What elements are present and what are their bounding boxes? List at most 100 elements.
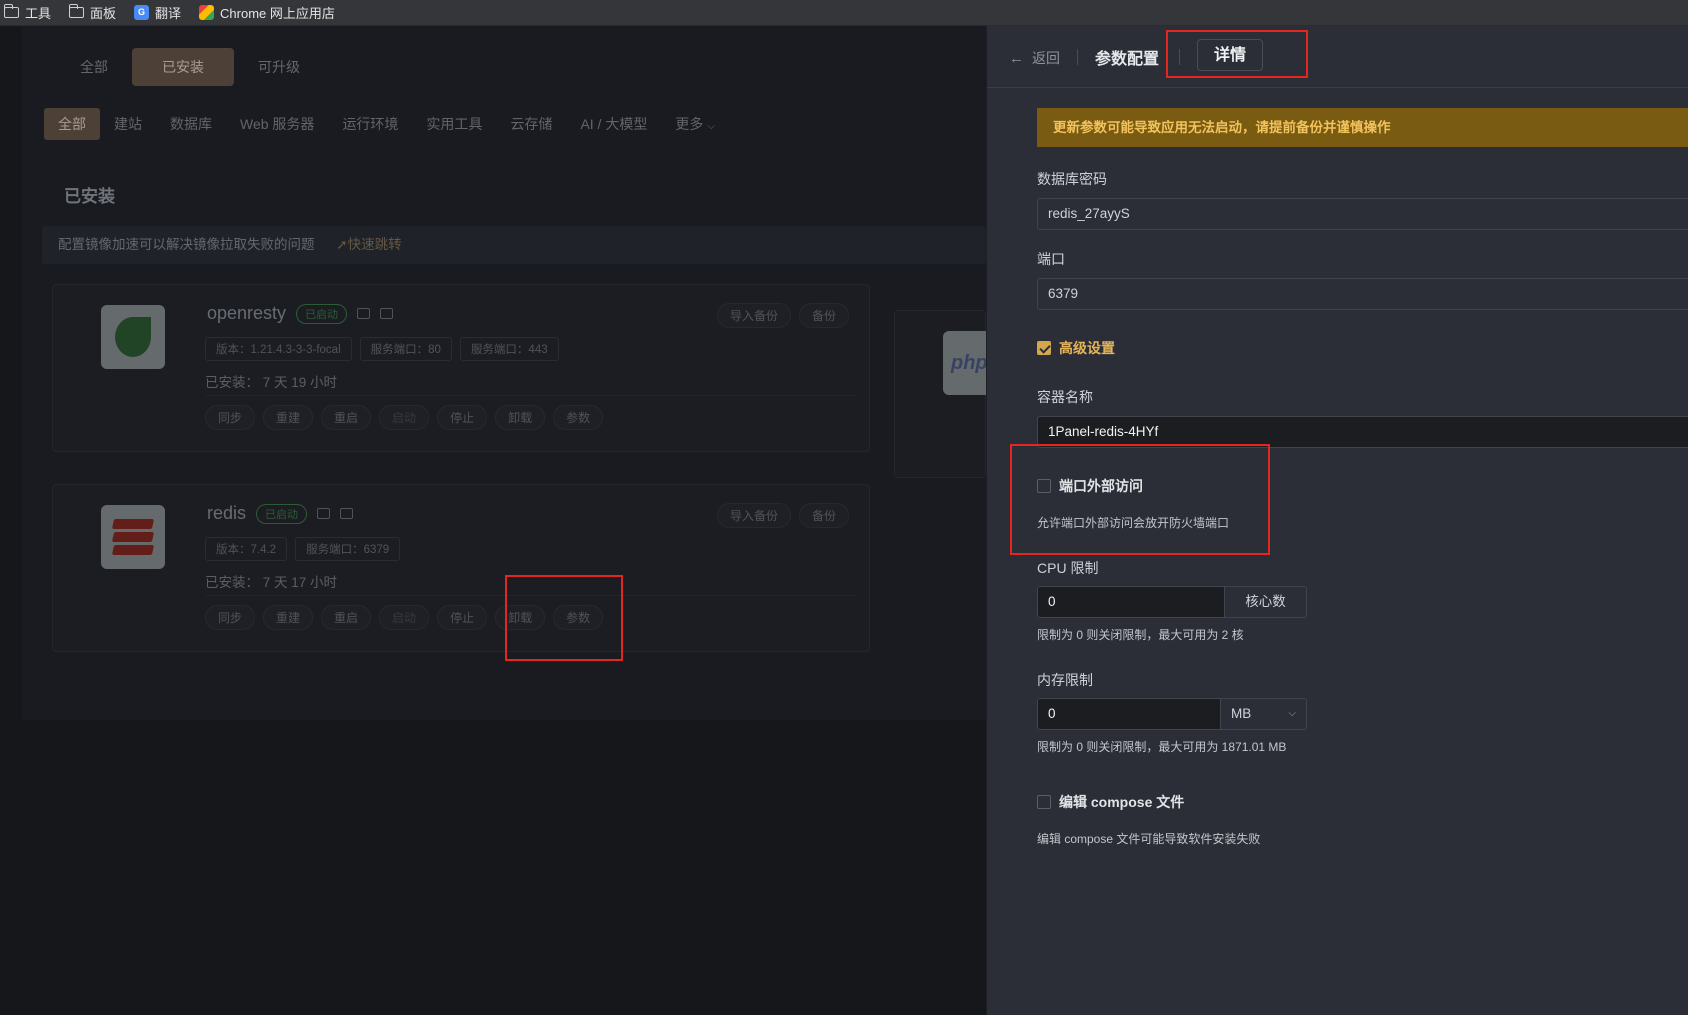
mirror-notice: 配置镜像加速可以解决镜像拉取失败的问题 ➚快速跳转 bbox=[42, 226, 986, 264]
cpu-limit-input[interactable]: 0 bbox=[1037, 586, 1225, 618]
category-more-label: 更多 bbox=[675, 116, 704, 132]
installed-duration: 已安装： 7 天 19 小时 bbox=[205, 375, 338, 390]
port-tag[interactable]: 服务端口：6379 bbox=[295, 537, 401, 561]
tab-all[interactable]: 全部 bbox=[62, 48, 126, 86]
bookmark-label: Chrome 网上应用店 bbox=[220, 6, 335, 21]
back-button[interactable]: ← 返回 bbox=[1009, 48, 1060, 68]
category-tools[interactable]: 实用工具 bbox=[412, 108, 496, 140]
category-runtime[interactable]: 运行环境 bbox=[328, 108, 412, 140]
redis-logo-layer bbox=[111, 519, 155, 529]
port-input[interactable]: 6379 bbox=[1037, 278, 1688, 310]
port-tag[interactable]: 服务端口：80 bbox=[359, 337, 452, 361]
memory-limit-input[interactable]: 0 bbox=[1037, 698, 1221, 730]
card-tags: 版本：7.4.2 服务端口：6379 bbox=[205, 537, 401, 561]
sync-button[interactable]: 同步 bbox=[205, 405, 256, 430]
bookmark-translate[interactable]: G 翻译 bbox=[134, 3, 181, 22]
advanced-settings-checkbox[interactable]: 高级设置 bbox=[1037, 338, 1115, 358]
back-label: 返回 bbox=[1032, 50, 1060, 66]
category-ai[interactable]: AI / 大模型 bbox=[566, 108, 661, 140]
folder-icon bbox=[4, 4, 19, 18]
app-card-title: redis 已启动 bbox=[207, 503, 354, 524]
container-name-input[interactable]: 1Panel-redis-4HYf bbox=[1037, 416, 1688, 448]
rebuild-button[interactable]: 重建 bbox=[263, 405, 314, 430]
chrome-store-icon bbox=[199, 5, 215, 20]
tab-installed[interactable]: 已安装 bbox=[132, 48, 234, 86]
restart-button[interactable]: 重启 bbox=[321, 605, 372, 630]
bookmark-label: 工具 bbox=[25, 6, 52, 21]
divider bbox=[1077, 49, 1078, 65]
params-button[interactable]: 参数 bbox=[553, 405, 604, 430]
import-backup-button[interactable]: 导入备份 bbox=[716, 503, 791, 528]
db-password-input[interactable]: redis_27ayyS bbox=[1037, 198, 1688, 230]
cpu-limit-label: CPU 限制 bbox=[1037, 560, 1099, 576]
folder-icon[interactable] bbox=[317, 508, 331, 519]
import-backup-button[interactable]: 导入备份 bbox=[716, 303, 791, 328]
bookmark-tools[interactable]: 工具 bbox=[4, 3, 51, 22]
start-button: 启动 bbox=[379, 605, 430, 630]
category-all[interactable]: 全部 bbox=[44, 108, 100, 140]
memory-limit-hint: 限制为 0 则关闭限制，最大可用为 1871.01 MB bbox=[1037, 740, 1287, 754]
memory-unit-select[interactable]: MB ⌵ bbox=[1221, 698, 1307, 730]
redis-logo-layer bbox=[111, 545, 155, 555]
log-icon[interactable] bbox=[340, 508, 354, 519]
uninstall-button[interactable]: 卸载 bbox=[495, 605, 546, 630]
card-actions: 同步 重建 重启 启动 停止 卸载 参数 bbox=[205, 605, 604, 630]
edit-compose-checkbox[interactable]: 编辑 compose 文件 bbox=[1037, 792, 1184, 812]
card-tags: 版本：1.21.4.3-3-3-focal 服务端口：80 服务端口：443 bbox=[205, 337, 559, 361]
external-access-checkbox[interactable]: 端口外部访问 bbox=[1037, 476, 1143, 496]
checkbox-checked-icon bbox=[1037, 341, 1051, 355]
version-tag: 版本：1.21.4.3-3-3-focal bbox=[205, 337, 352, 361]
params-button[interactable]: 参数 bbox=[553, 605, 604, 630]
divider bbox=[205, 395, 855, 396]
log-icon[interactable] bbox=[380, 308, 394, 319]
cpu-unit: 核心数 bbox=[1225, 586, 1307, 618]
notice-text: 配置镜像加速可以解决镜像拉取失败的问题 bbox=[58, 237, 315, 252]
openresty-logo bbox=[101, 305, 165, 369]
divider bbox=[205, 595, 855, 596]
stop-button[interactable]: 停止 bbox=[437, 605, 488, 630]
folder-icon[interactable] bbox=[357, 308, 371, 319]
db-password-label: 数据库密码 bbox=[1037, 171, 1107, 187]
bookmark-label: 面板 bbox=[90, 6, 117, 21]
bookmarks-bar: 工具 面板 G 翻译 Chrome 网上应用店 bbox=[0, 0, 1688, 26]
cpu-limit-hint: 限制为 0 则关闭限制，最大可用为 2 核 bbox=[1037, 628, 1244, 642]
tab-upgradable[interactable]: 可升级 bbox=[240, 48, 318, 86]
rebuild-button[interactable]: 重建 bbox=[263, 605, 314, 630]
category-more[interactable]: 更多 ⌵ bbox=[661, 108, 729, 140]
params-drawer: ← 返回 参数配置 详情 更新参数可能导致应用无法启动，请提前备份并谨慎操作 数… bbox=[986, 26, 1688, 1015]
port-label: 端口 bbox=[1037, 251, 1065, 267]
edit-compose-label: 编辑 compose 文件 bbox=[1059, 794, 1185, 810]
warning-alert: 更新参数可能导致应用无法启动，请提前备份并谨慎操作 bbox=[1037, 108, 1688, 147]
checkbox-unchecked-icon bbox=[1037, 479, 1051, 493]
sync-button[interactable]: 同步 bbox=[205, 605, 256, 630]
detail-button[interactable]: 详情 bbox=[1197, 39, 1264, 71]
app-card-openresty: openresty 已启动 导入备份 备份 版本：1.21.4.3-3-3-fo… bbox=[52, 284, 870, 452]
arrow-left-icon: ← bbox=[1009, 49, 1024, 67]
drawer-title: 参数配置 bbox=[1095, 51, 1160, 68]
category-filter: 全部 建站 数据库 Web 服务器 运行环境 实用工具 云存储 AI / 大模型… bbox=[44, 108, 729, 140]
stop-button[interactable]: 停止 bbox=[437, 405, 488, 430]
category-storage[interactable]: 云存储 bbox=[496, 108, 566, 140]
bookmark-chrome-store[interactable]: Chrome 网上应用店 bbox=[199, 3, 335, 22]
category-website[interactable]: 建站 bbox=[100, 108, 156, 140]
cpu-limit-group: 0 核心数 bbox=[1037, 586, 1307, 618]
folder-icon bbox=[69, 4, 85, 18]
backup-button[interactable]: 备份 bbox=[798, 503, 849, 528]
app-name: openresty bbox=[207, 303, 287, 323]
quick-jump-link[interactable]: ➚快速跳转 bbox=[336, 237, 401, 252]
card-actions: 同步 重建 重启 启动 停止 卸载 参数 bbox=[205, 405, 604, 430]
category-database[interactable]: 数据库 bbox=[156, 108, 226, 140]
backup-button[interactable]: 备份 bbox=[798, 303, 849, 328]
memory-limit-group: 0 MB ⌵ bbox=[1037, 698, 1307, 730]
app-card-php: php bbox=[894, 310, 993, 478]
card-actions-right: 导入备份 备份 bbox=[716, 303, 849, 328]
bookmark-panel[interactable]: 面板 bbox=[69, 3, 116, 22]
uninstall-button[interactable]: 卸载 bbox=[495, 405, 546, 430]
category-web-server[interactable]: Web 服务器 bbox=[226, 108, 328, 140]
advanced-settings-label: 高级设置 bbox=[1059, 340, 1115, 356]
external-access-label: 端口外部访问 bbox=[1059, 478, 1143, 494]
app-name: redis bbox=[207, 503, 247, 523]
restart-button[interactable]: 重启 bbox=[321, 405, 372, 430]
port-tag[interactable]: 服务端口：443 bbox=[459, 337, 559, 361]
installed-duration: 已安装： 7 天 17 小时 bbox=[205, 575, 338, 590]
